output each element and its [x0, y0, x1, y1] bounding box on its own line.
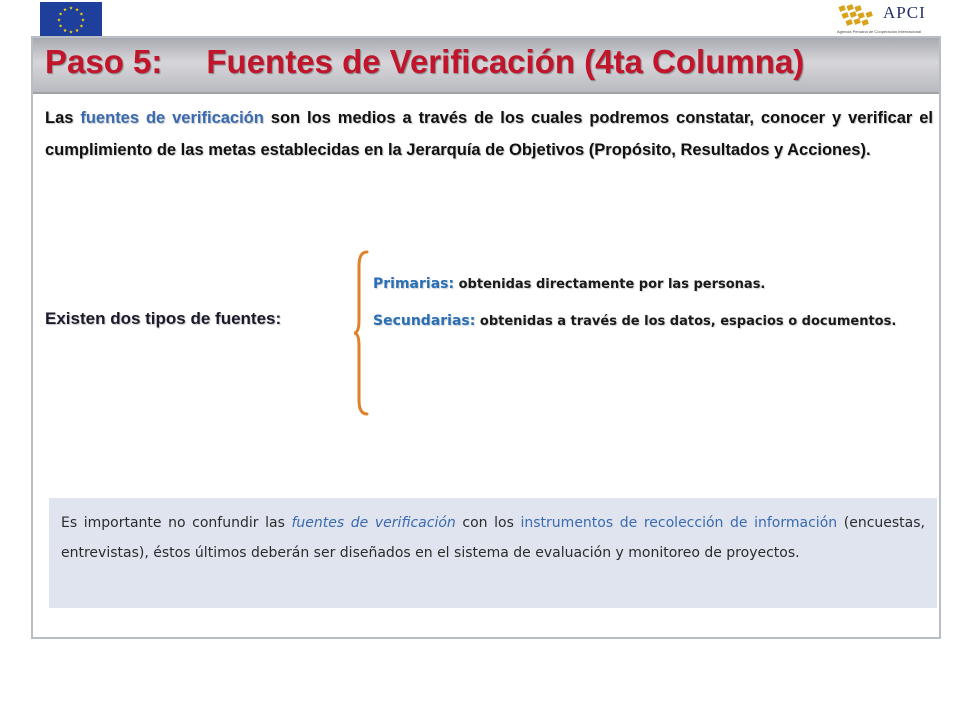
title-step: Paso 5:: [45, 43, 163, 80]
note-highlight: instrumentos de recolección de informaci…: [520, 515, 838, 531]
slide-frame: Paso 5: Fuentes de Verificación (4ta Colu…: [31, 36, 941, 639]
apci-mark-icon: [838, 4, 873, 26]
apci-logo: APCI Agencia Peruana de Cooperación Inte…: [835, 2, 940, 38]
note-part2: con los: [455, 515, 521, 531]
type-item-primary: Primarias: obtenidas directamente por la…: [373, 270, 933, 299]
intro-highlight: fuentes de verificación: [80, 109, 264, 127]
note-emphasis: fuentes de verificación: [291, 515, 456, 531]
title-bar: Paso 5: Fuentes de Verificación (4ta Colu…: [33, 38, 939, 94]
type-term: Primarias:: [373, 276, 455, 292]
slide-title: Paso 5: Fuentes de Verificación (4ta Colu…: [45, 43, 804, 81]
eu-star-icon: [58, 12, 63, 16]
types-label: Existen dos tipos de fuentes:: [45, 309, 282, 328]
eu-flag-icon: [57, 6, 85, 34]
eu-star-icon: [57, 18, 61, 22]
eu-star-icon: [75, 28, 79, 32]
eu-star-icon: [63, 7, 67, 12]
note-box: Es importante no confundir las fuentes d…: [49, 498, 937, 608]
apci-wordmark: APCI: [883, 3, 926, 22]
curly-brace-icon: [353, 250, 369, 416]
type-description: obtenidas a través de los datos, espacio…: [479, 314, 897, 329]
eu-star-icon: [79, 24, 84, 28]
note-text: Es importante no confundir las fuentes d…: [61, 508, 925, 568]
eu-star-icon: [81, 18, 85, 22]
eu-star-icon: [63, 28, 67, 32]
note-part1: Es importante no confundir las: [61, 515, 292, 531]
eu-star-icon: [69, 6, 73, 10]
type-term: Secundarias:: [373, 313, 476, 329]
intro-before: Las: [45, 109, 81, 127]
title-main: Fuentes de Verificación (4ta Columna): [206, 43, 805, 80]
eu-star-icon: [79, 12, 84, 16]
eu-flag-logo: [40, 2, 102, 38]
type-description: obtenidas directamente por las personas.: [458, 277, 766, 292]
eu-star-icon: [58, 24, 63, 28]
eu-star-icon: [69, 30, 73, 34]
type-item-secondary: Secundarias: obtenidas a través de los d…: [373, 307, 933, 336]
apci-subtitle: Agencia Peruana de Cooperación Internaci…: [837, 29, 922, 34]
types-list: Primarias: obtenidas directamente por la…: [373, 270, 933, 336]
eu-star-icon: [75, 7, 79, 12]
intro-paragraph: Las fuentes de verificación son los medi…: [45, 102, 933, 166]
